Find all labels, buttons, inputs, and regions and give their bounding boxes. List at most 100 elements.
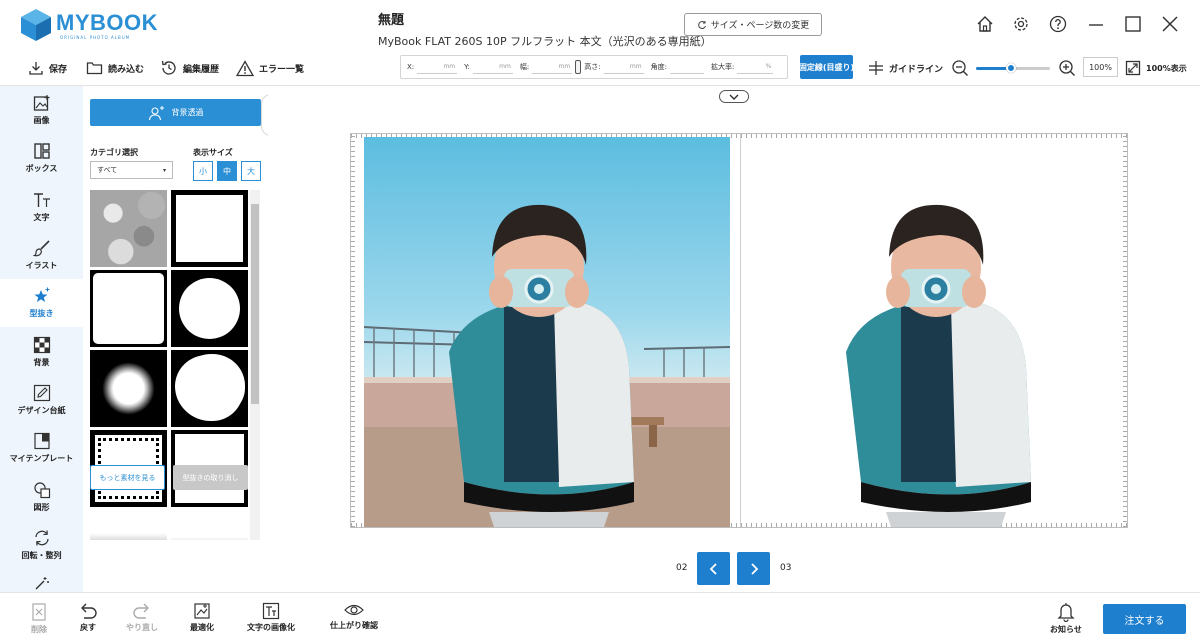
sidebar-item-label: マイテンプレート — [9, 454, 74, 463]
refresh-icon — [697, 20, 706, 29]
left-page-number: 02 — [676, 563, 688, 573]
delete-button[interactable]: 削除 — [30, 602, 48, 635]
toolbar-expand-button[interactable] — [719, 90, 749, 103]
prev-page-button[interactable] — [697, 552, 730, 585]
gear-icon[interactable] — [1009, 12, 1033, 36]
cancel-cutout-button[interactable]: 型抜きの取り消し — [173, 465, 248, 490]
next-page-button[interactable] — [737, 552, 770, 585]
size-medium-button[interactable]: 中 — [217, 161, 237, 181]
sidebar-item-more[interactable] — [0, 570, 83, 592]
cube-logo-icon — [21, 9, 51, 41]
guideline-button[interactable]: ガイドライン — [868, 58, 943, 78]
object-properties-bar: X: mm Y: mm 幅: mm 高さ: mm 角度: 拡大率: % — [400, 55, 788, 79]
home-icon[interactable] — [973, 12, 997, 36]
logo-wordmark: MYBOOK — [56, 10, 158, 35]
cutout-tile-soft-circle[interactable] — [90, 350, 167, 427]
template-icon — [33, 432, 50, 450]
tool-sidebar: 画像 ボックス 文字 イラスト 型抜き 背景 デザイン台紙 マイテンプレート 図… — [0, 86, 83, 592]
minimize-icon[interactable] — [1084, 12, 1108, 36]
category-select[interactable]: すべて ▾ — [90, 161, 173, 179]
notifications-button[interactable]: お知らせ — [1050, 602, 1082, 635]
preview-button[interactable]: 仕上がり確認 — [330, 602, 378, 631]
zoom-in-icon[interactable] — [1058, 58, 1076, 78]
image-add-icon — [33, 95, 49, 111]
sidebar-item-label: 背景 — [33, 358, 50, 367]
height-input[interactable]: mm — [603, 60, 644, 74]
save-button[interactable]: 保存 — [28, 58, 67, 78]
width-input[interactable]: mm — [532, 60, 573, 74]
angle-input[interactable] — [669, 60, 704, 74]
text-icon — [33, 193, 50, 207]
undo-icon — [81, 603, 97, 619]
sidebar-item-image[interactable]: 画像 — [0, 86, 83, 134]
person-sparkle-icon — [148, 105, 164, 120]
cutout-tile-rounded-square[interactable] — [90, 270, 167, 347]
spread-gutter — [740, 134, 741, 527]
sidebar-item-shape[interactable]: 図形 — [0, 473, 83, 521]
zoom-value-input[interactable]: 100% — [1083, 57, 1118, 77]
sidebar-item-label: 画像 — [33, 116, 50, 125]
sidebar-item-illust[interactable]: イラスト — [0, 231, 83, 279]
zoom-slider[interactable] — [976, 63, 1050, 73]
error-list-button[interactable]: エラー一覧 — [236, 58, 304, 78]
zoom-slider-handle[interactable] — [1005, 63, 1016, 73]
cutout-tile-fade-edge[interactable] — [171, 510, 248, 540]
cutout-tile-square[interactable] — [171, 190, 248, 267]
load-label: 読み込む — [108, 64, 145, 75]
sidebar-item-rotate-align[interactable]: 回転・整列 — [0, 521, 83, 569]
sidebar-item-box[interactable]: ボックス — [0, 134, 83, 182]
expand-icon — [1125, 60, 1141, 76]
cutout-tile-brush-circle[interactable] — [171, 350, 248, 427]
rotate-icon — [34, 530, 49, 546]
y-input[interactable]: mm — [472, 60, 513, 74]
undo-button[interactable]: 戻す — [78, 602, 98, 633]
material-scrollbar-thumb[interactable] — [251, 204, 259, 404]
sidebar-item-design-mount[interactable]: デザイン台紙 — [0, 376, 83, 424]
photo-child-with-camera[interactable] — [364, 137, 730, 527]
help-icon[interactable] — [1046, 12, 1070, 36]
page-spread[interactable] — [350, 133, 1128, 528]
size-page-change-button[interactable]: サイズ・ページ数の変更 — [684, 13, 822, 36]
load-button[interactable]: 読み込む — [86, 58, 144, 78]
cutout-tile-circle[interactable] — [171, 270, 248, 347]
redo-button[interactable]: やり直し — [126, 602, 158, 633]
x-input[interactable]: mm — [417, 60, 458, 74]
more-materials-button[interactable]: もっと素材を見る — [90, 465, 165, 490]
text-to-image-button[interactable]: 文字の画像化 — [247, 602, 295, 633]
aspect-lock-icon[interactable] — [575, 60, 582, 74]
eye-icon — [344, 604, 364, 616]
scale-input[interactable]: % — [737, 60, 774, 74]
document-title: 無題 — [378, 13, 405, 28]
fixed-line-button[interactable]: 固定線(目盛り) — [800, 55, 853, 79]
scale-label: 拡大率: — [710, 63, 735, 71]
delete-label: 削除 — [31, 625, 47, 634]
history-button[interactable]: 編集履歴 — [160, 58, 219, 78]
background-transparent-button[interactable]: 背景透過 — [90, 99, 261, 126]
zoom-out-icon[interactable] — [951, 58, 969, 78]
ruler-left — [351, 134, 355, 527]
main-toolbar: 保存 読み込む 編集履歴 エラー一覧 X: mm Y: mm 幅: mm 高さ:… — [0, 50, 1200, 86]
chevron-down-icon: ▾ — [162, 166, 166, 174]
sidebar-item-cutout[interactable]: 型抜き — [0, 279, 83, 327]
size-small-button[interactable]: 小 — [193, 161, 213, 181]
bottom-action-bar: 削除 戻す やり直し 最適化 文字の画像化 仕上がり確認 お知らせ 注文する — [0, 592, 1200, 644]
fit-100-label: 100%表示 — [1146, 63, 1187, 73]
sidebar-item-text[interactable]: 文字 — [0, 183, 83, 231]
cutout-tile-fade-bottom[interactable] — [90, 510, 167, 540]
text-frame-icon — [262, 602, 280, 620]
chevron-left-icon — [709, 562, 717, 575]
fit-100-button[interactable]: 100%表示 — [1125, 58, 1187, 78]
sidebar-item-label: 回転・整列 — [21, 551, 62, 560]
optimize-button[interactable]: 最適化 — [190, 602, 214, 633]
photo-cutout-child[interactable] — [771, 137, 1101, 527]
sidebar-item-background[interactable]: 背景 — [0, 328, 83, 376]
cutout-tile-texture[interactable] — [90, 190, 167, 267]
sidebar-item-my-template[interactable]: マイテンプレート — [0, 424, 83, 472]
size-large-button[interactable]: 大 — [241, 161, 261, 181]
maximize-icon[interactable] — [1121, 12, 1145, 36]
close-icon[interactable] — [1158, 12, 1182, 36]
logo-tagline: ORIGINAL PHOTO ALBUM — [60, 35, 131, 40]
material-scrollbar[interactable] — [250, 190, 260, 540]
checker-icon — [33, 336, 50, 354]
order-button[interactable]: 注文する — [1103, 604, 1186, 634]
